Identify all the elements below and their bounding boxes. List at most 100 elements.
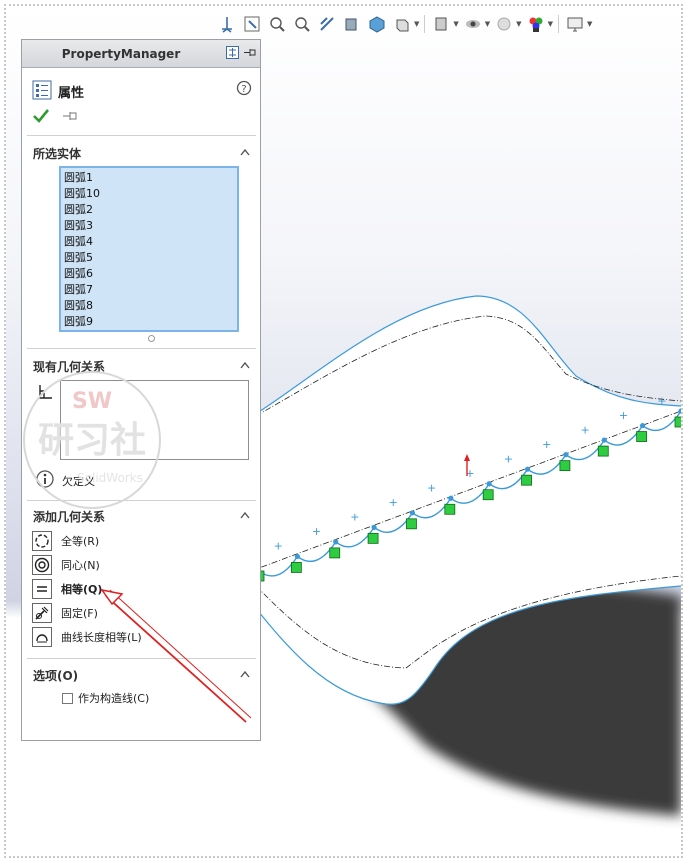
equal-curve-length-icon bbox=[32, 627, 52, 647]
confirm-row bbox=[32, 108, 78, 127]
svg-text:?: ? bbox=[241, 84, 246, 95]
section-header[interactable]: 选项(O) bbox=[27, 665, 256, 683]
arc-center-marker[interactable]: + bbox=[542, 438, 551, 451]
existing-relations-list[interactable] bbox=[60, 380, 249, 460]
section-header[interactable]: 现有几何关系 bbox=[27, 356, 256, 374]
concentric-icon bbox=[32, 555, 52, 575]
tangent-relation-icon[interactable] bbox=[674, 416, 681, 428]
entity-list-item[interactable]: 圆弧4 bbox=[64, 234, 234, 250]
tangent-relation-icon[interactable] bbox=[290, 562, 302, 573]
definition-status: 欠定义 bbox=[62, 474, 95, 488]
tangent-relation-icon[interactable] bbox=[367, 532, 379, 544]
entity-list-item[interactable]: 圆弧3 bbox=[64, 218, 234, 234]
graphics-viewport[interactable]: + + + + + + + + + + + ▼ ▼ ▼ ▼ ▼ ▼ Proper… bbox=[6, 6, 681, 856]
view-orientation-icon[interactable] bbox=[366, 13, 388, 35]
section-label: 选项(O) bbox=[33, 669, 79, 683]
arc-center-marker[interactable]: + bbox=[312, 525, 321, 538]
arc-center-marker[interactable]: + bbox=[427, 482, 436, 495]
section-label: 所选实体 bbox=[33, 147, 82, 161]
apply-scene-icon[interactable] bbox=[493, 13, 515, 35]
dynamic-annotation-icon[interactable] bbox=[341, 13, 363, 35]
tangent-relation-icon[interactable] bbox=[559, 460, 571, 472]
tangent-relation-icon[interactable] bbox=[329, 547, 341, 559]
panel-title: PropertyManager bbox=[61, 47, 181, 61]
entity-list-item[interactable]: 圆弧5 bbox=[64, 250, 234, 266]
collapse-icon[interactable] bbox=[240, 667, 250, 681]
chevron-down-icon[interactable]: ▼ bbox=[485, 20, 490, 28]
entity-list-item[interactable]: 圆弧8 bbox=[64, 298, 234, 314]
entity-list-item[interactable]: 圆弧9 bbox=[64, 314, 234, 330]
section-header[interactable]: 添加几何关系 bbox=[27, 506, 256, 524]
chevron-down-icon[interactable]: ▼ bbox=[516, 20, 521, 28]
entity-list-item[interactable]: 圆弧2 bbox=[64, 202, 234, 218]
zoom-to-fit-icon[interactable] bbox=[241, 13, 263, 35]
section-header[interactable]: 所选实体 bbox=[27, 143, 256, 161]
construction-option[interactable]: 作为构造线(C) bbox=[62, 690, 149, 706]
tangent-relation-icon[interactable] bbox=[482, 489, 494, 501]
construction-checkbox[interactable] bbox=[62, 692, 73, 704]
chevron-down-icon[interactable]: ▼ bbox=[587, 20, 592, 28]
tangent-relation-icon[interactable] bbox=[444, 503, 456, 515]
relation-label: 曲线长度相等(L) bbox=[61, 631, 142, 644]
monitor-icon[interactable] bbox=[564, 13, 586, 35]
divider bbox=[27, 500, 256, 501]
selected-entities-list[interactable]: 圆弧1 圆弧10 圆弧2 圆弧3 圆弧4 圆弧5 圆弧6 圆弧7 圆弧8 圆弧9 bbox=[59, 166, 239, 332]
arc-center-marker[interactable]: + bbox=[350, 511, 359, 524]
relation-label: 相等(Q) bbox=[61, 583, 103, 596]
tangent-relation-icon[interactable] bbox=[636, 431, 648, 442]
ok-check-icon[interactable] bbox=[32, 108, 50, 127]
edit-appearance-icon[interactable] bbox=[462, 13, 484, 35]
chevron-down-icon[interactable]: ▼ bbox=[453, 20, 458, 28]
normal-to-icon[interactable] bbox=[216, 13, 238, 35]
relation-equal-button[interactable]: 相等(Q) bbox=[32, 578, 102, 600]
help-icon[interactable]: ? bbox=[236, 80, 252, 99]
chevron-down-icon[interactable]: ▼ bbox=[414, 20, 419, 28]
arc-center-marker[interactable]: + bbox=[274, 540, 283, 553]
properties-icon bbox=[32, 80, 52, 103]
previous-view-icon[interactable] bbox=[291, 13, 313, 35]
section-label: 现有几何关系 bbox=[33, 360, 106, 374]
view-settings-icon[interactable] bbox=[525, 13, 547, 35]
toolbar-separator bbox=[557, 15, 559, 33]
panel-header: PropertyManager bbox=[22, 40, 260, 68]
entity-list-item[interactable]: 圆弧6 bbox=[64, 266, 234, 282]
relation-fix-button[interactable]: 固定(F) bbox=[32, 602, 98, 624]
pin-icon[interactable] bbox=[243, 46, 256, 62]
relation-equal-curve-length-button[interactable]: 曲线长度相等(L) bbox=[32, 626, 142, 648]
arc-center-marker[interactable]: + bbox=[389, 496, 398, 509]
hide-show-items-icon[interactable] bbox=[430, 13, 452, 35]
divider bbox=[27, 658, 256, 659]
arc-center-marker[interactable]: + bbox=[619, 409, 628, 422]
entity-list-item[interactable]: 圆弧10 bbox=[64, 186, 234, 202]
arc-center-marker[interactable]: + bbox=[580, 423, 589, 436]
display-style-icon[interactable] bbox=[391, 13, 413, 35]
zoom-to-area-icon[interactable] bbox=[266, 13, 288, 35]
equal-icon bbox=[32, 579, 52, 599]
collapse-icon[interactable] bbox=[240, 145, 250, 159]
collapse-icon[interactable] bbox=[240, 508, 250, 522]
tangent-relation-icon[interactable] bbox=[597, 445, 609, 457]
expand-collapse-icon[interactable] bbox=[226, 46, 239, 62]
relation-label: 固定(F) bbox=[61, 607, 98, 620]
tangent-relation-icon[interactable] bbox=[406, 518, 417, 530]
property-title: 属性 bbox=[58, 86, 85, 101]
entity-list-item[interactable]: 圆弧7 bbox=[64, 282, 234, 298]
property-title-row: 属性 ? bbox=[32, 80, 252, 103]
relation-label: 同心(N) bbox=[61, 559, 100, 572]
arc-center-marker[interactable]: + bbox=[504, 452, 513, 465]
tangent-relation-icon[interactable] bbox=[521, 474, 532, 486]
existing-relations-section: 现有几何关系 bbox=[27, 356, 256, 374]
relation-label: 全等(R) bbox=[61, 535, 100, 548]
relation-icon bbox=[36, 383, 54, 404]
chevron-down-icon[interactable]: ▼ bbox=[548, 20, 553, 28]
list-resize-handle[interactable] bbox=[148, 335, 155, 342]
relation-coradial-button[interactable]: 全等(R) bbox=[32, 530, 99, 552]
collapse-icon[interactable] bbox=[240, 358, 250, 372]
divider bbox=[27, 348, 256, 349]
arc-center-marker[interactable]: + bbox=[657, 394, 666, 407]
keep-visible-pin-icon[interactable] bbox=[62, 110, 78, 125]
add-relations-section: 添加几何关系 bbox=[27, 506, 256, 524]
relation-concentric-button[interactable]: 同心(N) bbox=[32, 554, 100, 576]
entity-list-item[interactable]: 圆弧1 bbox=[64, 170, 234, 186]
section-view-icon[interactable] bbox=[316, 13, 338, 35]
